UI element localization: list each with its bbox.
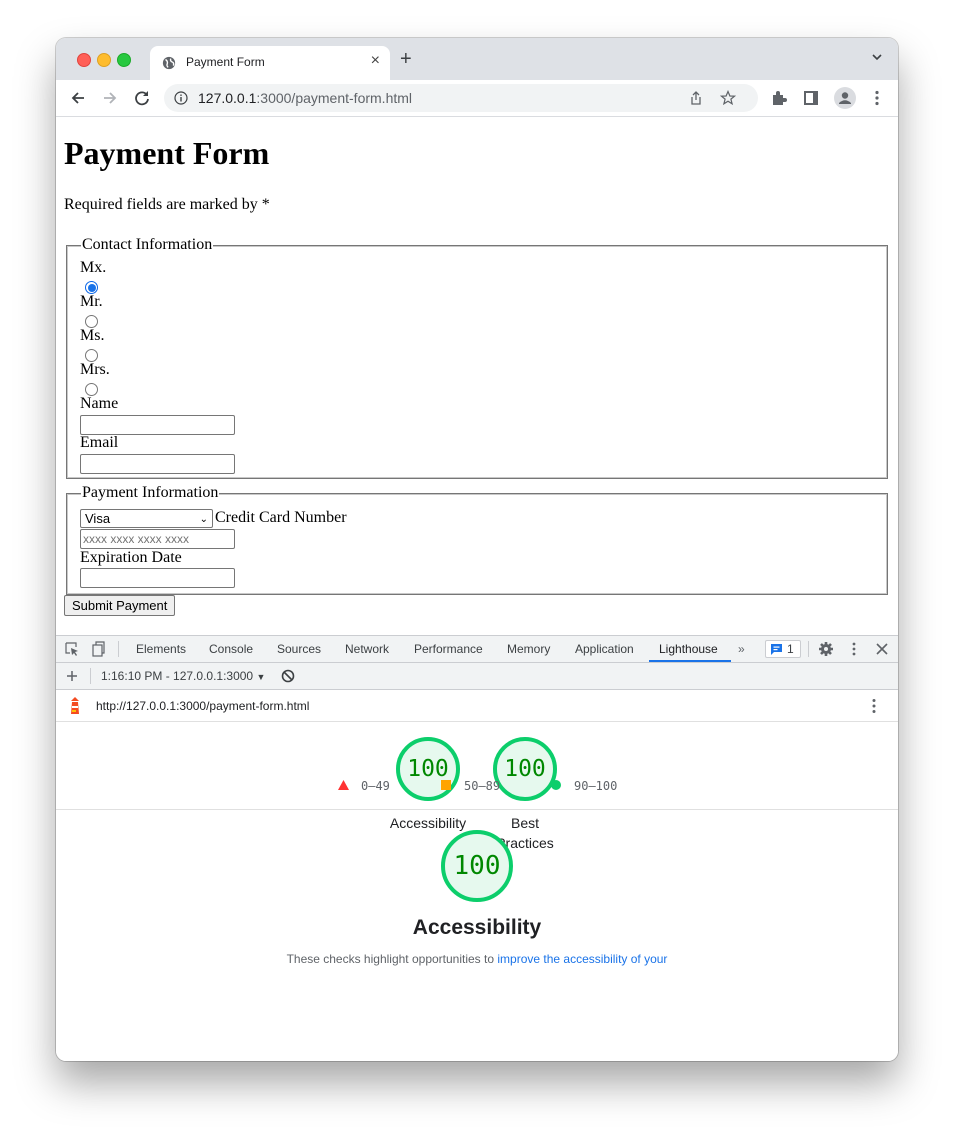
tab-title: Payment Form xyxy=(186,55,265,69)
expiration-label: Expiration Date xyxy=(80,549,182,566)
back-icon[interactable] xyxy=(68,88,88,108)
tab-network[interactable]: Network xyxy=(345,642,389,656)
device-toolbar-icon[interactable] xyxy=(90,641,106,657)
info-icon[interactable] xyxy=(174,91,188,105)
side-panel-icon[interactable] xyxy=(802,89,820,107)
circle-icon xyxy=(551,780,561,790)
tab-performance[interactable]: Performance xyxy=(414,642,483,656)
required-note: Required fields are marked by * xyxy=(64,196,270,213)
devtools-panel: Elements Console Sources Network Perform… xyxy=(56,635,898,1061)
address-bar[interactable]: 127.0.0.1:3000/payment-form.html xyxy=(164,84,758,112)
tab-application[interactable]: Application xyxy=(575,642,634,656)
issues-count: 1 xyxy=(787,642,794,656)
square-icon xyxy=(441,780,451,790)
more-options-icon[interactable] xyxy=(846,641,862,657)
payment-legend: Payment Information xyxy=(81,484,220,502)
reload-icon[interactable] xyxy=(132,88,152,108)
triangle-icon xyxy=(338,780,349,790)
tab-console[interactable]: Console xyxy=(209,642,253,656)
dropdown-arrow-icon: ▼ xyxy=(256,672,266,682)
divider xyxy=(808,641,809,657)
profile-icon[interactable] xyxy=(834,87,856,109)
extensions-icon[interactable] xyxy=(770,89,788,107)
minimize-window-button[interactable] xyxy=(97,53,111,67)
title-label-mrs: Mrs. xyxy=(80,361,110,378)
close-devtools-icon[interactable] xyxy=(874,641,890,657)
more-tabs-icon[interactable]: » xyxy=(738,642,745,656)
report-menu-icon[interactable] xyxy=(866,698,882,714)
card-type-value: Visa xyxy=(85,511,111,526)
accessibility-section-gauge: 100 xyxy=(441,830,513,902)
share-icon[interactable] xyxy=(688,90,704,106)
title-label-ms: Ms. xyxy=(80,327,105,344)
name-label: Name xyxy=(80,395,119,412)
accessibility-gauge-label: Accessibility xyxy=(389,815,467,831)
divider xyxy=(90,668,91,684)
category-title: Accessibility xyxy=(412,916,542,939)
card-type-select[interactable]: Visa ⌄ xyxy=(80,509,213,528)
chevron-down-icon[interactable] xyxy=(870,50,884,64)
star-icon[interactable] xyxy=(720,90,736,106)
gear-icon[interactable] xyxy=(818,641,834,657)
tab-elements[interactable]: Elements xyxy=(136,642,186,656)
best-practices-gauge[interactable]: 100 xyxy=(493,737,557,801)
menu-icon[interactable] xyxy=(868,89,886,107)
browser-window: Payment Form × + 127.0.0.1:3000/payment-… xyxy=(56,38,898,1061)
tab-memory[interactable]: Memory xyxy=(507,642,550,656)
contact-legend: Contact Information xyxy=(81,236,214,254)
globe-icon xyxy=(162,56,176,70)
clear-icon[interactable] xyxy=(280,668,296,684)
chevron-down-icon: ⌄ xyxy=(199,514,208,525)
url-text[interactable]: 127.0.0.1:3000/payment-form.html xyxy=(198,90,412,106)
divider xyxy=(56,809,898,810)
email-input[interactable] xyxy=(80,454,235,474)
category-description: These checks highlight opportunities to … xyxy=(286,952,668,966)
close-icon[interactable]: × xyxy=(371,52,380,70)
inspect-element-icon[interactable] xyxy=(64,641,80,657)
accessibility-link[interactable]: improve the accessibility of your xyxy=(497,952,667,966)
tab-sources[interactable]: Sources xyxy=(277,642,321,656)
issues-button[interactable]: 1 xyxy=(765,640,801,658)
devtools-tabbar: Elements Console Sources Network Perform… xyxy=(56,636,898,663)
forward-icon[interactable] xyxy=(100,88,120,108)
report-url: http://127.0.0.1:3000/payment-form.html xyxy=(96,699,310,713)
card-number-label: Credit Card Number xyxy=(215,509,347,526)
email-label: Email xyxy=(80,434,119,451)
accessibility-gauge[interactable]: 100 xyxy=(396,737,460,801)
lighthouse-url-bar: http://127.0.0.1:3000/payment-form.html xyxy=(56,690,898,722)
close-window-button[interactable] xyxy=(77,53,91,67)
lighthouse-toolbar: 1:16:10 PM - 127.0.0.1:3000 ▼ xyxy=(56,663,898,690)
tab-strip: Payment Form × + xyxy=(56,38,898,80)
lighthouse-icon xyxy=(71,697,79,714)
active-tab-indicator xyxy=(649,660,731,662)
page-content: Payment Form Required fields are marked … xyxy=(56,117,898,635)
title-label-mx: Mx. xyxy=(80,259,107,276)
page-title: Payment Form xyxy=(64,135,270,171)
submit-payment-button[interactable]: Submit Payment xyxy=(64,595,176,616)
card-number-input[interactable]: xxxx xxxx xxxx xxxx xyxy=(80,529,235,549)
divider xyxy=(118,641,119,657)
tab-lighthouse[interactable]: Lighthouse xyxy=(659,642,718,656)
contact-fieldset: Contact Information Mx. Mr. Ms. Mrs. Nam… xyxy=(66,236,888,479)
title-label-mr: Mr. xyxy=(80,293,103,310)
name-input[interactable] xyxy=(80,415,235,435)
payment-fieldset: Payment Information Visa ⌄ Credit Card N… xyxy=(66,484,888,595)
message-icon xyxy=(771,644,782,655)
plus-icon[interactable] xyxy=(64,668,80,684)
expiration-input[interactable] xyxy=(80,568,235,588)
report-selector[interactable]: 1:16:10 PM - 127.0.0.1:3000 ▼ xyxy=(101,669,265,683)
browser-toolbar: 127.0.0.1:3000/payment-form.html xyxy=(56,80,898,117)
browser-tab[interactable]: Payment Form × xyxy=(150,46,390,80)
plus-icon[interactable]: + xyxy=(400,48,412,71)
zoom-window-button[interactable] xyxy=(117,53,131,67)
